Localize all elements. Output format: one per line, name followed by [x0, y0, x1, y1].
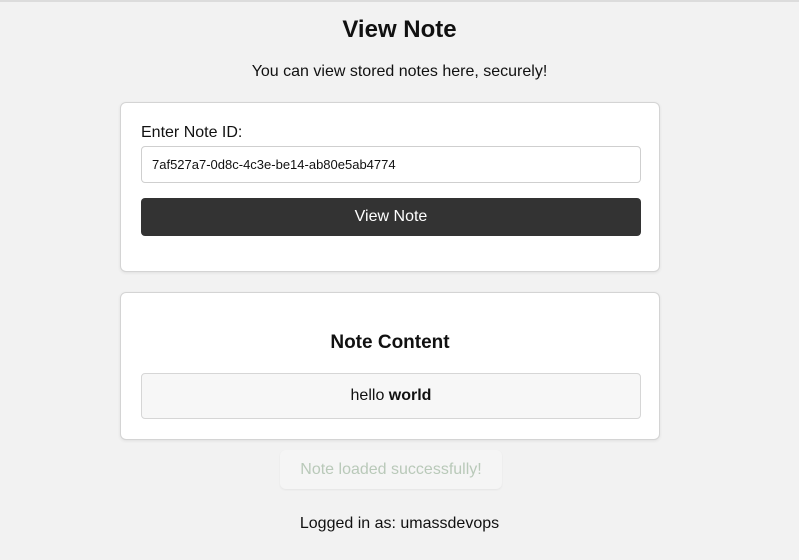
logged-in-user: Logged in as: umassdevops: [299, 515, 500, 532]
note-content-card: Note Content hello world: [120, 292, 660, 440]
top-border: [0, 0, 799, 2]
note-lookup-card: Enter Note ID: View Note: [120, 102, 660, 272]
page: View Note You can view stored notes here…: [0, 0, 799, 560]
note-content-heading: Note Content: [330, 332, 450, 353]
note-content-bold: world: [388, 387, 432, 404]
page-subtitle: You can view stored notes here, securely…: [251, 63, 548, 80]
page-title: View Note: [342, 16, 457, 43]
note-id-input[interactable]: [141, 146, 641, 183]
note-content-plain: hello: [350, 387, 389, 404]
view-note-button[interactable]: View Note: [141, 198, 641, 236]
status-message: Note loaded successfully!: [280, 450, 502, 489]
note-content-box: hello world: [141, 373, 641, 419]
note-id-label: Enter Note ID:: [141, 124, 243, 141]
